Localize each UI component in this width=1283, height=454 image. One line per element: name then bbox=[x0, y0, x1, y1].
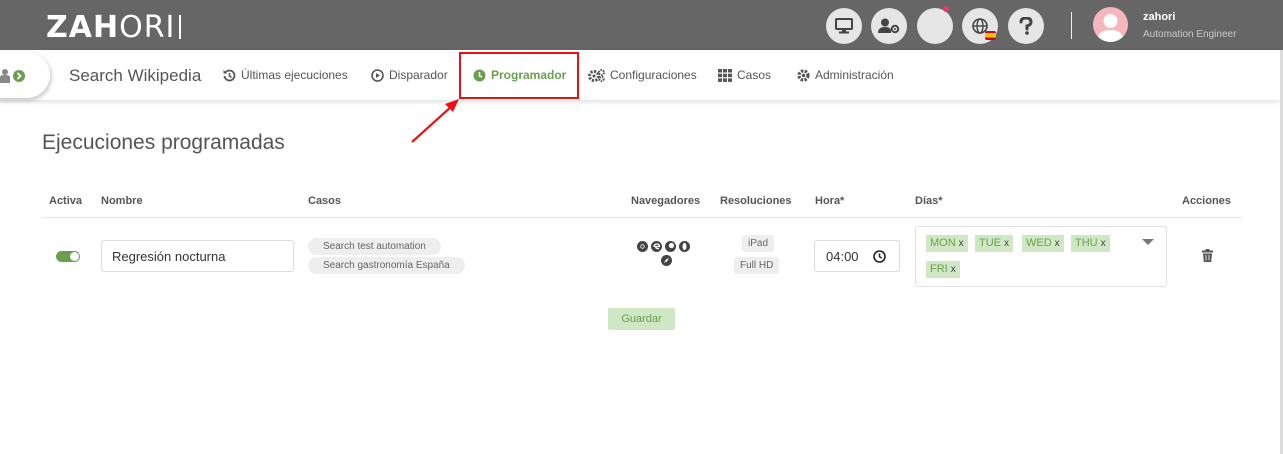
help-icon bbox=[1019, 17, 1033, 35]
header-divider bbox=[1071, 12, 1072, 39]
day-chip-fri[interactable]: FRI x bbox=[926, 261, 960, 278]
remove-day-icon[interactable]: x bbox=[1101, 238, 1106, 249]
tab-administracion[interactable]: Administración bbox=[797, 68, 894, 82]
spain-flag-icon bbox=[985, 31, 996, 40]
play-circle-icon bbox=[371, 68, 384, 82]
safari-icon[interactable] bbox=[661, 255, 672, 266]
tab-configuraciones[interactable]: Configuraciones bbox=[588, 68, 697, 82]
resolution-chip[interactable]: Full HD bbox=[734, 257, 780, 274]
chevron-down-icon[interactable] bbox=[1142, 239, 1154, 245]
remove-day-icon[interactable]: x bbox=[1004, 238, 1009, 249]
user-avatar[interactable] bbox=[1093, 7, 1128, 42]
column-header-active: Activa bbox=[49, 195, 83, 207]
column-header-days: Días* bbox=[915, 195, 943, 207]
save-button[interactable]: Guardar bbox=[608, 308, 675, 330]
firefox-icon[interactable] bbox=[665, 241, 676, 252]
edge-icon[interactable] bbox=[651, 241, 662, 252]
user-role: Automation Engineer bbox=[1143, 29, 1237, 40]
case-chip[interactable]: Search gastronomía España bbox=[308, 257, 465, 274]
day-chip-thu[interactable]: THU x bbox=[1071, 235, 1110, 252]
notifications-button[interactable] bbox=[917, 6, 953, 44]
resolution-chip[interactable]: iPad bbox=[742, 235, 775, 252]
chrome-icon[interactable] bbox=[637, 241, 648, 252]
tab-casos[interactable]: Casos bbox=[718, 68, 771, 82]
case-chip[interactable]: Search test automation bbox=[308, 238, 441, 255]
column-header-time: Hora* bbox=[815, 195, 845, 207]
column-header-browsers: Navegadores bbox=[631, 195, 701, 207]
column-header-actions: Acciones bbox=[1182, 195, 1231, 207]
column-header-name: Nombre bbox=[101, 195, 143, 207]
monitor-icon bbox=[835, 18, 853, 34]
user-settings-icon bbox=[878, 18, 900, 34]
tab-label: Administración bbox=[815, 68, 894, 82]
top-bar: ZAHORI zahori Automation Engineer bbox=[0, 0, 1283, 50]
tab-ultimas-ejecuciones[interactable]: Últimas ejecuciones bbox=[223, 68, 348, 82]
help-button[interactable] bbox=[1008, 8, 1044, 44]
tab-label: Disparador bbox=[389, 68, 448, 82]
time-value: 04:00 bbox=[826, 248, 859, 264]
page-title: Ejecuciones programadas bbox=[42, 131, 285, 154]
notification-dot bbox=[943, 6, 949, 12]
active-toggle[interactable] bbox=[56, 251, 80, 262]
remove-day-icon[interactable]: x bbox=[1055, 238, 1060, 249]
gear-icon bbox=[797, 68, 810, 82]
column-header-cases: Casos bbox=[308, 195, 342, 207]
user-name: zahori bbox=[1143, 11, 1176, 23]
user-settings-button[interactable] bbox=[871, 8, 907, 44]
schedule-name-input[interactable] bbox=[101, 240, 294, 272]
table-header-divider bbox=[42, 217, 1242, 218]
clock-icon[interactable] bbox=[873, 250, 886, 263]
language-button[interactable] bbox=[962, 8, 998, 44]
opera-icon[interactable] bbox=[679, 241, 690, 252]
time-input[interactable]: 04:00 bbox=[814, 240, 900, 272]
tab-label: Configuraciones bbox=[610, 68, 697, 82]
day-chip-tue[interactable]: TUE x bbox=[975, 235, 1013, 252]
monitor-button[interactable] bbox=[826, 8, 862, 44]
history-icon bbox=[223, 69, 236, 81]
highlight-box bbox=[459, 52, 579, 99]
column-header-resolutions: Resoluciones bbox=[720, 195, 792, 207]
tab-label: Últimas ejecuciones bbox=[241, 68, 348, 82]
trash-icon[interactable] bbox=[1202, 249, 1213, 262]
tab-disparador[interactable]: Disparador bbox=[371, 68, 448, 82]
grid-icon bbox=[718, 68, 732, 82]
user-arrow-icon bbox=[0, 69, 25, 83]
app-logo[interactable]: ZAHORI bbox=[46, 10, 182, 45]
project-title: Search Wikipedia bbox=[69, 66, 202, 85]
remove-day-icon[interactable]: x bbox=[959, 238, 964, 249]
sidebar-toggle[interactable] bbox=[0, 52, 50, 98]
gears-icon bbox=[588, 68, 605, 82]
day-chip-mon[interactable]: MON x bbox=[926, 235, 968, 252]
remove-day-icon[interactable]: x bbox=[951, 264, 956, 275]
day-chip-wed[interactable]: WED x bbox=[1022, 235, 1064, 252]
tab-label: Casos bbox=[737, 68, 772, 82]
